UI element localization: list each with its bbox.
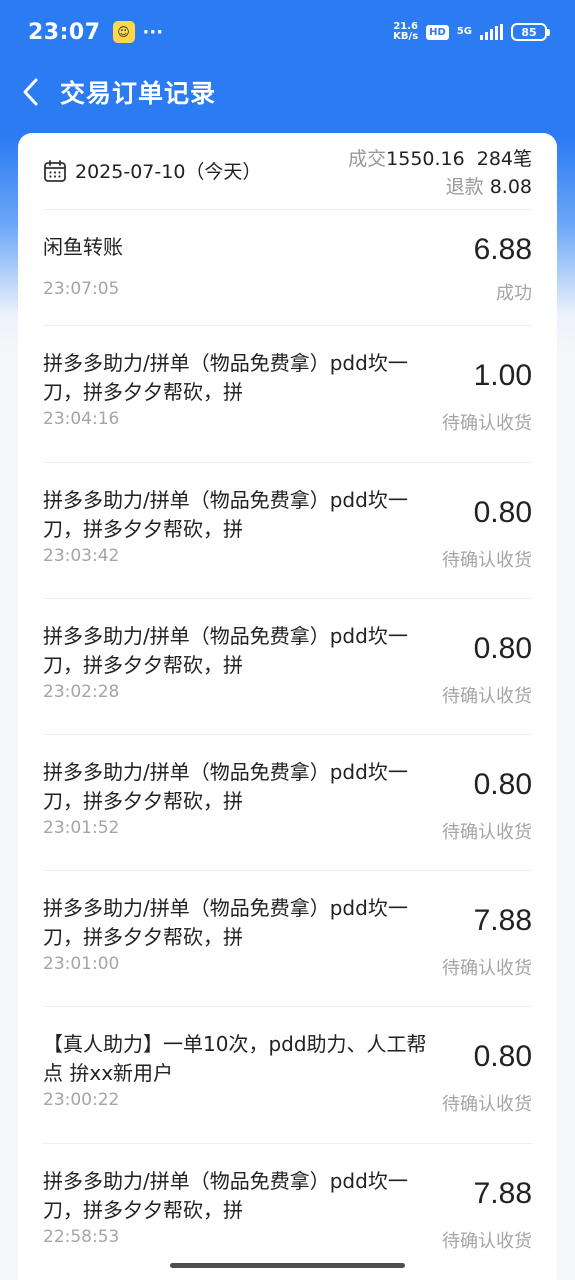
- order-time: 23:02:28: [43, 682, 120, 702]
- order-amount: 0.80: [473, 768, 532, 801]
- order-item[interactable]: 拼多多助力/拼单（物品免费拿）pdd坎一刀，拼多夕夕帮砍，拼 22:58:53 …: [18, 1143, 557, 1279]
- order-time: 22:58:53: [43, 1227, 120, 1247]
- order-item[interactable]: 拼多多助力/拼单（物品免费拿）pdd坎一刀，拼多夕夕帮砍，拼 23:01:52 …: [18, 734, 557, 870]
- order-status: 待确认收货: [442, 550, 532, 571]
- order-status: 待确认收货: [442, 413, 532, 434]
- order-status: 待确认收货: [442, 822, 532, 843]
- orders-card: 2025-07-10（今天） 成交1550.16 284笔 退款 8.08 闲鱼转账…: [18, 133, 557, 1280]
- network-speed: 21.6 KB/s: [393, 22, 418, 42]
- order-amount: 0.80: [473, 1040, 532, 1073]
- order-amount: 0.80: [473, 496, 532, 529]
- order-title: 拼多多助力/拼单（物品免费拿）pdd坎一刀，拼多夕夕帮砍，拼: [43, 624, 408, 677]
- order-status: 待确认收货: [442, 686, 532, 707]
- order-status: 待确认收货: [442, 1094, 532, 1115]
- order-amount: 6.88: [473, 233, 532, 266]
- battery-level: 85: [521, 25, 537, 39]
- order-item[interactable]: 拼多多助力/拼单（物品免费拿）pdd坎一刀，拼多夕夕帮砍，拼 23:01:00 …: [18, 870, 557, 1006]
- chevron-left-icon: [23, 78, 38, 106]
- order-time: 23:01:52: [43, 818, 120, 838]
- battery-icon: 85: [511, 23, 550, 41]
- network-speed-unit: KB/s: [393, 31, 419, 42]
- calendar-icon: [44, 159, 66, 182]
- deal-stats: 成交1550.16 284笔: [348, 145, 532, 173]
- order-item[interactable]: 拼多多助力/拼单（物品免费拿）pdd坎一刀，拼多夕夕帮砍，拼 23:03:42 …: [18, 462, 557, 598]
- order-time: 23:00:22: [43, 1090, 120, 1110]
- order-title: 拼多多助力/拼单（物品免费拿）pdd坎一刀，拼多夕夕帮砍，拼: [43, 1169, 408, 1222]
- order-amount: 0.80: [473, 632, 532, 665]
- back-button[interactable]: [0, 64, 60, 120]
- network-type: 5G: [456, 26, 472, 37]
- deal-amount: 1550.16: [386, 148, 465, 170]
- order-time: 23:01:00: [43, 954, 120, 974]
- date-label: 2025-07-10（今天）: [75, 161, 262, 183]
- order-title: 拼多多助力/拼单（物品免费拿）pdd坎一刀，拼多夕夕帮砍，拼: [43, 760, 408, 813]
- order-amount: 7.88: [473, 904, 532, 937]
- order-time: 23:03:42: [43, 546, 120, 566]
- order-title: 【真人助力】一单10次，pdd助力、人工帮点 拚xx新用户: [43, 1032, 427, 1085]
- order-amount: 1.00: [473, 359, 532, 392]
- date-selector[interactable]: 2025-07-10（今天）: [43, 157, 261, 184]
- order-title: 拼多多助力/拼单（物品免费拿）pdd坎一刀，拼多夕夕帮砍，拼: [43, 896, 408, 949]
- order-item[interactable]: 闲鱼转账 23:07:05 6.88 成功: [18, 209, 557, 325]
- order-time: 23:07:05: [43, 279, 120, 299]
- summary-header: 2025-07-10（今天） 成交1550.16 284笔 退款 8.08: [18, 133, 557, 209]
- more-notifications-icon: ···: [142, 21, 164, 43]
- app-notification-icon: ☺: [112, 21, 135, 43]
- refund-label: 退款: [445, 176, 484, 198]
- order-amount: 7.88: [473, 1177, 532, 1210]
- nav-bar: 交易订单记录: [0, 64, 575, 120]
- order-status: 成功: [496, 283, 532, 304]
- order-title: 拼多多助力/拼单（物品免费拿）pdd坎一刀，拼多夕夕帮砍，拼: [43, 488, 408, 541]
- order-status: 待确认收货: [442, 958, 532, 979]
- signal-icon: [480, 24, 503, 40]
- order-status: 待确认收货: [442, 1231, 532, 1252]
- order-title: 拼多多助力/拼单（物品免费拿）pdd坎一刀，拼多夕夕帮砍，拼: [43, 351, 408, 404]
- home-indicator[interactable]: [170, 1263, 405, 1268]
- daily-stats: 成交1550.16 284笔 退款 8.08: [348, 145, 532, 201]
- order-item[interactable]: 【真人助力】一单10次，pdd助力、人工帮点 拚xx新用户 23:00:22 0…: [18, 1006, 557, 1142]
- status-time: 23:07: [28, 19, 101, 45]
- refund-stats: 退款 8.08: [348, 173, 532, 201]
- order-item[interactable]: 拼多多助力/拼单（物品免费拿）pdd坎一刀，拼多夕夕帮砍，拼 23:04:16 …: [18, 325, 557, 461]
- status-indicators: 21.6 KB/s HD 5G 85: [393, 22, 550, 42]
- order-time: 23:04:16: [43, 409, 120, 429]
- page-title: 交易订单记录: [60, 79, 217, 108]
- refund-amount: 8.08: [489, 176, 532, 198]
- deal-count: 284笔: [476, 148, 532, 170]
- deal-label: 成交: [348, 148, 387, 170]
- order-item[interactable]: 拼多多助力/拼单（物品免费拿）pdd坎一刀，拼多夕夕帮砍，拼 23:02:28 …: [18, 598, 557, 734]
- hd-badge: HD: [426, 24, 449, 40]
- status-bar: 23:07 ☺ ··· 21.6 KB/s HD 5G 85: [0, 0, 575, 64]
- order-title: 闲鱼转账: [43, 235, 123, 259]
